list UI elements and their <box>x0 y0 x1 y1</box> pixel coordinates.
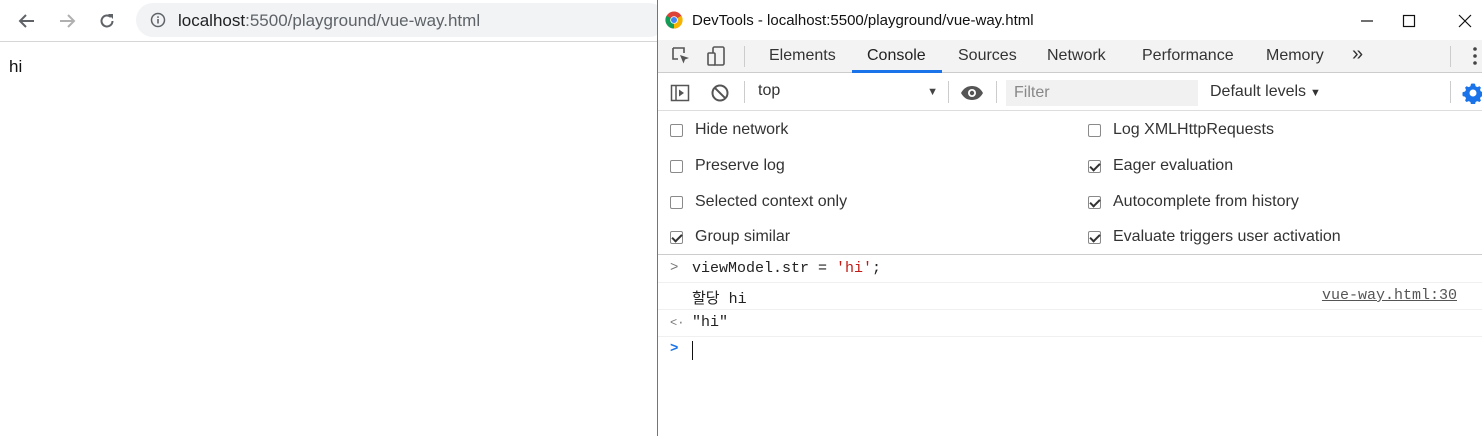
checkbox[interactable] <box>1088 123 1101 137</box>
maximize-icon <box>1402 14 1416 28</box>
kebab-menu-icon[interactable] <box>1464 45 1482 67</box>
gear-icon[interactable] <box>1462 82 1482 104</box>
close-icon <box>1458 14 1472 28</box>
context-value: top <box>758 82 781 99</box>
code-prefix: viewModel.str = <box>692 260 837 277</box>
clear-console-icon[interactable] <box>710 83 730 103</box>
input-chevron-icon: > <box>670 260 679 276</box>
eye-icon[interactable] <box>960 83 984 103</box>
console-log-line: 할당 hi vue-way.html:30 <box>658 283 1482 310</box>
tab-elements[interactable]: Elements <box>769 47 836 65</box>
checkbox-checked[interactable] <box>1088 159 1101 173</box>
devtools-titlebar: DevTools - localhost:5500/playground/vue… <box>658 0 1482 40</box>
checkbox-checked[interactable] <box>670 230 683 244</box>
result-value: "hi" <box>692 314 729 331</box>
setting-evaluate-triggers[interactable]: Evaluate triggers user activation <box>1088 227 1341 247</box>
tab-sources[interactable]: Sources <box>958 47 1017 65</box>
setting-eager-evaluation[interactable]: Eager evaluation <box>1088 156 1233 176</box>
setting-label: Selected context only <box>695 193 848 210</box>
setting-group-similar[interactable]: Group similar <box>670 227 790 247</box>
setting-log-xmlhttprequests[interactable]: Log XMLHttpRequests <box>1088 120 1274 140</box>
setting-label: Hide network <box>695 121 789 138</box>
devtools-window: DevTools - localhost:5500/playground/vue… <box>657 0 1482 436</box>
inspect-icon[interactable] <box>670 45 692 67</box>
consolebar-separator <box>996 81 997 103</box>
tab-network[interactable]: Network <box>1047 47 1106 65</box>
address-bar[interactable]: localhost:5500/playground/vue-way.html <box>136 3 666 37</box>
minimize-icon <box>1361 20 1373 22</box>
setting-label: Eager evaluation <box>1113 157 1234 174</box>
chrome-logo-icon <box>665 11 683 29</box>
checkbox-checked[interactable] <box>1088 195 1101 209</box>
tab-performance[interactable]: Performance <box>1142 47 1234 65</box>
prompt-chevron-icon: > <box>670 341 679 357</box>
maximize-button[interactable] <box>1396 8 1422 34</box>
consolebar-separator <box>1450 81 1451 103</box>
code-string: 'hi' <box>836 260 873 277</box>
console-prompt-line[interactable]: > <box>658 337 1482 364</box>
devtools-tabbar: Elements Console Sources Network Perform… <box>658 40 1482 73</box>
more-tabs-button[interactable]: » <box>1352 43 1363 66</box>
console-settings-panel: Hide network Preserve log Selected conte… <box>658 111 1482 255</box>
consolebar-separator <box>948 81 949 103</box>
back-button[interactable] <box>14 8 40 34</box>
checkbox[interactable] <box>670 159 683 173</box>
back-arrow-icon <box>18 14 34 28</box>
log-message: 할당 hi <box>692 291 747 308</box>
console-output[interactable]: > viewModel.str = 'hi'; 할당 hi vue-way.ht… <box>658 256 1482 436</box>
devtools-title: DevTools - localhost:5500/playground/vue… <box>692 12 1034 29</box>
console-command: viewModel.str = 'hi'; <box>692 260 881 277</box>
device-toolbar-icon[interactable] <box>706 45 728 67</box>
console-result-line: <· "hi" <box>658 310 1482 337</box>
forward-button[interactable] <box>54 8 80 34</box>
url-path: :5500/playground/vue-way.html <box>245 11 481 30</box>
result-arrow-icon: <· <box>670 316 685 330</box>
url-text: localhost:5500/playground/vue-way.html <box>178 11 480 31</box>
setting-preserve-log[interactable]: Preserve log <box>670 156 785 176</box>
console-toolbar: top ▼ Default levels▼ <box>658 73 1482 111</box>
code-suffix: ; <box>872 260 882 277</box>
reload-button[interactable] <box>94 8 120 34</box>
checkbox-checked[interactable] <box>1088 230 1101 244</box>
setting-label: Autocomplete from history <box>1113 193 1299 210</box>
tabbar-separator <box>744 46 745 67</box>
checkbox[interactable] <box>670 123 683 137</box>
log-levels-dropdown[interactable]: Default levels ▼ <box>1210 83 1321 101</box>
console-input-line: > viewModel.str = 'hi'; <box>658 256 1482 283</box>
dropdown-arrow-icon: ▼ <box>927 86 938 98</box>
tab-console[interactable]: Console <box>867 47 926 65</box>
text-cursor <box>692 341 693 360</box>
dropdown-arrow-icon: ▼ <box>1310 87 1321 99</box>
setting-selected-context-only[interactable]: Selected context only <box>670 192 847 212</box>
setting-autocomplete-history[interactable]: Autocomplete from history <box>1088 192 1299 212</box>
setting-label: Evaluate triggers user activation <box>1113 228 1341 245</box>
setting-label: Group similar <box>695 228 791 245</box>
tab-memory[interactable]: Memory <box>1266 47 1324 65</box>
filter-input[interactable] <box>1006 80 1198 106</box>
browser-toolbar: localhost:5500/playground/vue-way.html <box>0 0 666 42</box>
page-content-text: hi <box>9 57 23 76</box>
info-icon[interactable] <box>150 12 166 28</box>
checkbox[interactable] <box>670 195 683 209</box>
log-source-link[interactable]: vue-way.html:30 <box>1322 287 1457 304</box>
browser-window: localhost:5500/playground/vue-way.html h… <box>0 0 666 436</box>
tabbar-separator <box>1450 46 1451 67</box>
consolebar-separator <box>744 81 745 103</box>
setting-label: Log XMLHttpRequests <box>1113 121 1274 138</box>
context-selector[interactable]: top ▼ <box>758 82 938 104</box>
sidebar-toggle-icon[interactable] <box>670 83 690 103</box>
minimize-button[interactable] <box>1354 8 1380 34</box>
close-button[interactable] <box>1452 8 1478 34</box>
setting-hide-network[interactable]: Hide network <box>670 120 788 140</box>
setting-label: Preserve log <box>695 157 785 174</box>
forward-arrow-icon <box>60 14 76 28</box>
url-host: localhost <box>178 11 246 30</box>
log-levels-label: Default levels <box>1210 83 1307 100</box>
reload-icon <box>100 14 114 28</box>
